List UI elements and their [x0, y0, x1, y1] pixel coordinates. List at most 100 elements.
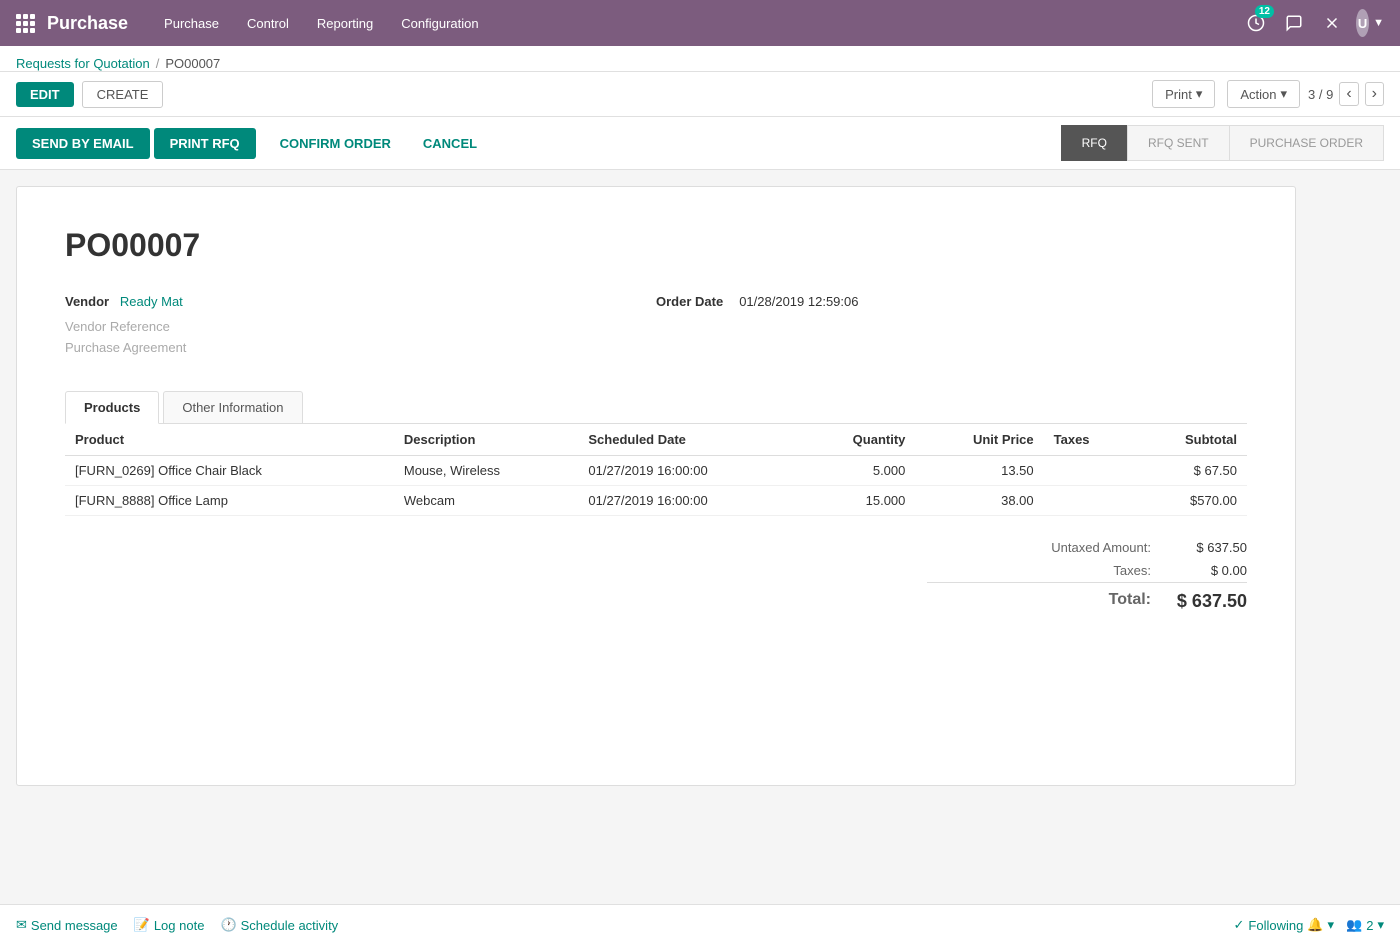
breadcrumb-separator: /: [156, 56, 160, 71]
nav-position: 3 / 9: [1308, 87, 1333, 102]
nav-control[interactable]: Control: [235, 12, 301, 35]
schedule-activity-button[interactable]: 🕐 Schedule activity: [220, 917, 338, 933]
following-button[interactable]: ✓ Following 🔔 ▾: [1234, 917, 1335, 933]
row2-product[interactable]: [FURN_8888] Office Lamp: [65, 486, 394, 516]
left-fields: Vendor Ready Mat Vendor Reference Purcha…: [65, 294, 656, 361]
chatter-bar: ✉ Send message 📝 Log note 🕐 Schedule act…: [0, 904, 1400, 945]
col-taxes: Taxes: [1044, 424, 1133, 456]
totals-section: Untaxed Amount: $ 637.50 Taxes: $ 0.00 T…: [65, 536, 1247, 616]
breadcrumb-parent[interactable]: Requests for Quotation: [16, 56, 150, 71]
print-chevron-icon: ▾: [1196, 86, 1203, 102]
vendor-value[interactable]: Ready Mat: [120, 294, 183, 309]
status-rfq: RFQ: [1061, 125, 1128, 161]
prev-record-button[interactable]: ‹: [1339, 82, 1358, 106]
nav-reporting[interactable]: Reporting: [305, 12, 385, 35]
taxes-row: Taxes: $ 0.00: [927, 559, 1247, 582]
col-subtotal: Subtotal: [1133, 424, 1248, 456]
doc-fields: Vendor Ready Mat Vendor Reference Purcha…: [65, 294, 1247, 361]
row1-description: Mouse, Wireless: [394, 456, 579, 486]
row2-subtotal: $570.00: [1133, 486, 1248, 516]
log-note-icon: 📝: [134, 917, 150, 933]
untaxed-value: $ 637.50: [1167, 540, 1247, 555]
log-note-label: Log note: [154, 918, 205, 933]
checkmark-icon: ✓: [1234, 917, 1245, 933]
apps-grid-icon[interactable]: [16, 14, 35, 33]
row2-scheduled-date: 01/27/2019 16:00:00: [578, 486, 799, 516]
chat-icon[interactable]: [1280, 9, 1308, 37]
tabs: Products Other Information: [65, 391, 1247, 424]
tab-products[interactable]: Products: [65, 391, 159, 424]
top-navigation: Purchase Purchase Control Reporting Conf…: [0, 0, 1400, 46]
row2-taxes: [1044, 486, 1133, 516]
order-date-value: 01/28/2019 12:59:06: [739, 294, 858, 309]
vendor-field: Vendor Ready Mat: [65, 294, 656, 309]
order-date-label: Order Date: [656, 294, 723, 309]
create-button[interactable]: CREATE: [82, 81, 164, 108]
confirm-order-button[interactable]: CONFIRM ORDER: [264, 128, 407, 159]
cancel-button[interactable]: CANCEL: [407, 128, 493, 159]
row1-product[interactable]: [FURN_0269] Office Chair Black: [65, 456, 394, 486]
status-purchase-order: PURCHASE ORDER: [1229, 125, 1384, 161]
row1-subtotal: $ 67.50: [1133, 456, 1248, 486]
bell-icon: 🔔: [1307, 917, 1323, 933]
record-nav: 3 / 9 ‹ ›: [1308, 82, 1384, 106]
topnav-right: 12 U ▼: [1242, 9, 1384, 37]
action-chevron-icon: ▾: [1281, 86, 1288, 102]
chatter-right: ✓ Following 🔔 ▾ 👥 2 ▾: [1234, 917, 1385, 933]
edit-button[interactable]: EDIT: [16, 82, 74, 107]
next-record-button[interactable]: ›: [1365, 82, 1384, 106]
followers-button[interactable]: 👥 2 ▾: [1346, 917, 1384, 933]
vendor-label: Vendor: [65, 294, 109, 309]
table-row: [FURN_0269] Office Chair Black Mouse, Wi…: [65, 456, 1247, 486]
print-label: Print: [1165, 87, 1192, 102]
row2-quantity: 15.000: [800, 486, 916, 516]
user-avatar[interactable]: U ▼: [1356, 9, 1384, 37]
table-row: [FURN_8888] Office Lamp Webcam 01/27/201…: [65, 486, 1247, 516]
total-label: Total:: [927, 591, 1167, 612]
nav-configuration[interactable]: Configuration: [389, 12, 490, 35]
close-icon[interactable]: [1318, 9, 1346, 37]
document-card: PO00007 Vendor Ready Mat Vendor Referenc…: [16, 186, 1296, 786]
tab-other-information[interactable]: Other Information: [163, 391, 302, 423]
products-table: Product Description Scheduled Date Quant…: [65, 424, 1247, 516]
action-button[interactable]: Action ▾: [1227, 80, 1300, 108]
action-label: Action: [1240, 87, 1276, 102]
action-bar: SEND BY EMAIL PRINT RFQ CONFIRM ORDER CA…: [0, 117, 1400, 170]
col-unit-price: Unit Price: [915, 424, 1043, 456]
row1-unit-price: 13.50: [915, 456, 1043, 486]
breadcrumb-current: PO00007: [165, 56, 220, 71]
vendor-reference-label: Vendor Reference: [65, 319, 656, 334]
nav-purchase[interactable]: Purchase: [152, 12, 231, 35]
main-content: PO00007 Vendor Ready Mat Vendor Referenc…: [0, 170, 1400, 846]
activity-badge: 12: [1255, 5, 1274, 18]
send-message-button[interactable]: ✉ Send message: [16, 917, 118, 933]
total-row: Total: $ 637.50: [927, 582, 1247, 616]
send-message-label: Send message: [31, 918, 118, 933]
following-label: Following: [1248, 918, 1303, 933]
col-quantity: Quantity: [800, 424, 916, 456]
untaxed-row: Untaxed Amount: $ 637.50: [927, 536, 1247, 559]
order-number: PO00007: [65, 227, 1247, 264]
send-message-icon: ✉: [16, 917, 27, 933]
status-trail: RFQ RFQ SENT PURCHASE ORDER: [1062, 125, 1384, 161]
breadcrumb-bar: Requests for Quotation / PO00007: [0, 46, 1400, 72]
topnav-menu: Purchase Control Reporting Configuration: [152, 12, 1242, 35]
following-chevron-icon: ▾: [1328, 917, 1335, 933]
total-value: $ 637.50: [1167, 591, 1247, 612]
col-product: Product: [65, 424, 394, 456]
print-rfq-button[interactable]: PRINT RFQ: [154, 128, 256, 159]
row1-taxes: [1044, 456, 1133, 486]
log-note-button[interactable]: 📝 Log note: [134, 917, 205, 933]
row2-unit-price: 38.00: [915, 486, 1043, 516]
clock-icon[interactable]: 12: [1242, 9, 1270, 37]
followers-count: 2: [1366, 918, 1373, 933]
send-by-email-button[interactable]: SEND BY EMAIL: [16, 128, 150, 159]
clock-schedule-icon: 🕐: [220, 917, 236, 933]
schedule-label: Schedule activity: [241, 918, 339, 933]
order-date-row: Order Date 01/28/2019 12:59:06: [656, 294, 1247, 309]
people-icon: 👥: [1346, 917, 1362, 933]
taxes-value: $ 0.00: [1167, 563, 1247, 578]
totals-table: Untaxed Amount: $ 637.50 Taxes: $ 0.00 T…: [927, 536, 1247, 616]
print-button[interactable]: Print ▾: [1152, 80, 1215, 108]
untaxed-label: Untaxed Amount:: [927, 540, 1167, 555]
